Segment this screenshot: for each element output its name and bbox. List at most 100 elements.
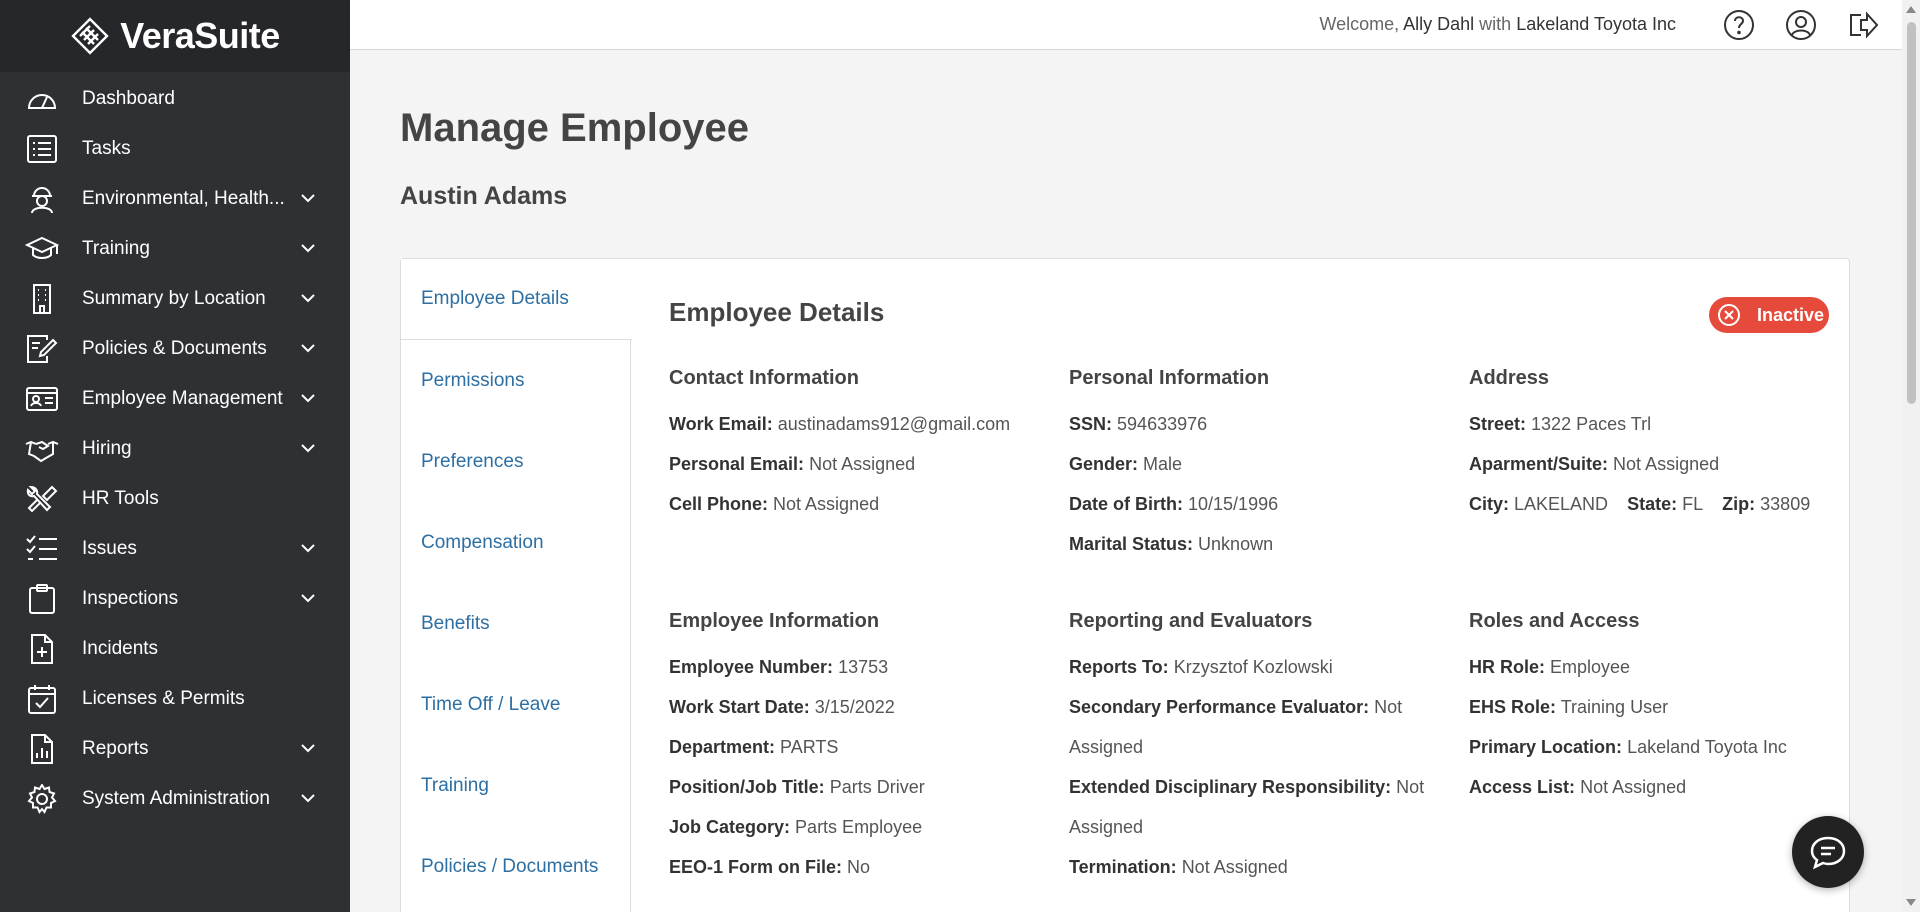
tab-compensation[interactable]: Compensation [401,502,630,583]
sidebar-item-label: Policies & Documents [82,338,267,359]
field-value: Not Assigned [1580,777,1687,797]
field-label: Work Email: [669,414,773,434]
help-icon[interactable] [1722,8,1756,42]
ssn-field: SSN: 594633976 [1069,404,1449,444]
page-scrollbar[interactable] [1902,0,1920,912]
secondary-evaluator-field: Secondary Performance Evaluator: Not Ass… [1069,687,1439,767]
field-value: Parts Driver [829,777,925,797]
employee-number-field: Employee Number: 13753 [669,647,1049,687]
sidebar-item-label: Summary by Location [82,288,266,309]
sidebar-item-training[interactable]: Training [0,224,350,274]
chevron-down-icon [300,790,316,808]
field-value: Parts Employee [795,817,923,837]
sidebar-item-issues[interactable]: Issues [0,524,350,574]
sidebar-item-dashboard[interactable]: Dashboard [0,74,350,124]
handshake-icon [24,433,60,465]
tab-benefits[interactable]: Benefits [401,583,630,664]
department-field: Department: PARTS [669,727,1049,767]
chevron-down-icon [300,740,316,758]
employee-details-panel: Employee Details Inactive Contact Inform… [669,259,1829,912]
top-bar: Welcome, Ally Dahl with Lakeland Toyota … [350,0,1902,50]
cell-phone-field: Cell Phone: Not Assigned [669,484,1049,524]
section-heading: Personal Information [1069,367,1270,389]
field-label: Cell Phone: [669,494,769,514]
sidebar-item-summary-by-location[interactable]: Summary by Location [0,274,350,324]
reporting-evaluators-section: Reporting and Evaluators Reports To: Krz… [1069,610,1439,887]
sidebar-item-hiring[interactable]: Hiring [0,424,350,474]
city-label: City: [1469,494,1509,514]
tab-training[interactable]: Training [401,745,630,826]
chat-button[interactable] [1792,816,1864,888]
tab-policies-documents[interactable]: Policies / Documents [401,826,630,907]
field-value: Not Assigned [1181,857,1288,877]
sidebar-item-incidents[interactable]: Incidents [0,624,350,674]
field-label: Position/Job Title: [669,777,825,797]
tab-permissions[interactable]: Permissions [401,340,630,421]
clipboard-icon [24,583,60,615]
graduation-cap-icon [24,233,60,265]
field-label: SSN: [1069,414,1113,434]
file-plus-icon [24,633,60,665]
sidebar-item-label: HR Tools [82,488,159,509]
field-label: Personal Email: [669,454,805,474]
employee-card: Employee Details Permissions Preferences… [400,258,1850,912]
chevron-down-icon [300,190,316,208]
logout-icon[interactable] [1846,8,1880,42]
sidebar-item-reports[interactable]: Reports [0,724,350,774]
employee-name: Austin Adams [400,182,568,210]
main-content: Manage Employee Austin Adams Employee De… [350,50,1902,912]
sidebar-item-tasks[interactable]: Tasks [0,124,350,174]
company-name: Lakeland Toyota Inc [1516,14,1676,34]
sidebar-item-label: Tasks [82,138,131,159]
field-value: austinadams912@gmail.com [777,414,1011,434]
personal-information-section: Personal Information SSN: 594633976 Gend… [1069,367,1449,564]
sidebar-item-employee-management[interactable]: Employee Management [0,374,350,424]
field-label: EHS Role: [1469,697,1557,717]
chat-bubble-icon [1810,836,1846,870]
welcome-with: with [1479,14,1512,34]
scroll-up-arrow[interactable] [1906,6,1916,13]
verasuite-diamond-logo [71,17,109,55]
field-label: Gender: [1069,454,1139,474]
scroll-down-arrow[interactable] [1906,899,1916,906]
dashboard-icon [24,83,60,115]
sidebar-item-licenses-permits[interactable]: Licenses & Permits [0,674,350,724]
city-state-zip-row: City: LAKELAND State: FL Zip: 33809 [1469,484,1849,524]
tab-preferences[interactable]: Preferences [401,421,630,502]
termination-field: Termination: Not Assigned [1069,847,1439,887]
field-label: Reports To: [1069,657,1169,677]
tab-time-off-leave[interactable]: Time Off / Leave [401,664,630,745]
state-value: FL [1682,494,1704,514]
sidebar-item-inspections[interactable]: Inspections [0,574,350,624]
reports-to-field: Reports To: Krzysztof Kozlowski [1069,647,1439,687]
field-value: Not Assigned [1613,454,1720,474]
date-of-birth-field: Date of Birth: 10/15/1996 [1069,484,1449,524]
field-value: Lakeland Toyota Inc [1627,737,1787,757]
sidebar-item-system-administration[interactable]: System Administration [0,774,350,824]
sidebar-item-label: Environmental, Health... [82,188,285,209]
scroll-thumb[interactable] [1907,22,1916,404]
tab-employee-details[interactable]: Employee Details [401,259,632,340]
sidebar-item-environmental-health[interactable]: Environmental, Health... [0,174,350,224]
section-heading: Reporting and Evaluators [1069,610,1313,632]
field-value: Male [1143,454,1183,474]
chevron-down-icon [300,440,316,458]
section-heading: Roles and Access [1469,610,1640,632]
user-icon[interactable] [1784,8,1818,42]
marital-status-field: Marital Status: Unknown [1069,524,1449,564]
field-value: 10/15/1996 [1188,494,1279,514]
state-label: State: [1627,494,1678,514]
field-value: Training User [1560,697,1669,717]
address-section: Address Street: 1322 Paces Trl Aparment/… [1469,367,1849,524]
sidebar-item-policies-documents[interactable]: Policies & Documents [0,324,350,374]
status-badge: Inactive [1709,297,1829,333]
id-card-icon [24,383,60,415]
gear-icon [24,783,60,815]
user-name: Ally Dahl [1403,14,1475,34]
field-label: Aparment/Suite: [1469,454,1609,474]
sidebar-item-label: Dashboard [82,88,175,109]
field-label: Primary Location: [1469,737,1623,757]
brand-logo[interactable]: VeraSuite [0,0,350,72]
sidebar-item-hr-tools[interactable]: HR Tools [0,474,350,524]
field-value: Not Assigned [773,494,880,514]
